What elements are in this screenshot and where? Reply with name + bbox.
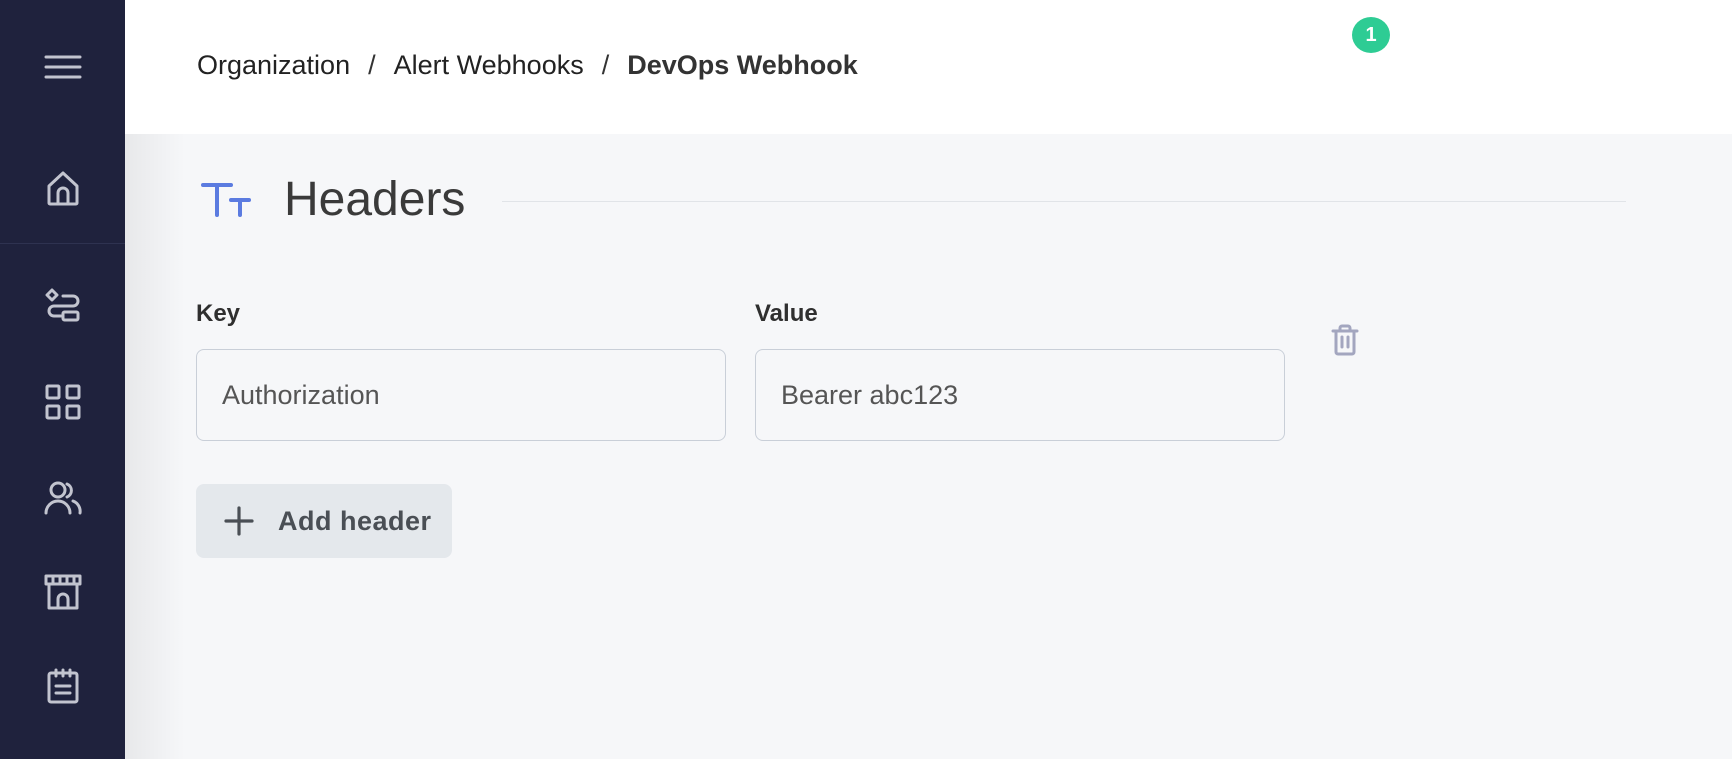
sidebar	[0, 0, 125, 759]
breadcrumb-alert-webhooks[interactable]: Alert Webhooks	[394, 50, 584, 81]
top-bar: Organization / Alert Webhooks / DevOps W…	[125, 0, 1732, 134]
hamburger-menu-icon	[44, 54, 82, 80]
sidebar-item-workflows[interactable]	[0, 266, 125, 346]
value-label: Value	[755, 300, 818, 327]
header-value-input[interactable]	[755, 349, 1285, 441]
notepad-icon	[46, 668, 80, 704]
add-header-button[interactable]: Add header	[196, 484, 452, 558]
grid-icon	[45, 384, 81, 420]
add-header-label: Add header	[278, 505, 432, 536]
text-size-icon	[200, 182, 252, 223]
breadcrumb-organization[interactable]: Organization	[197, 50, 350, 81]
sidebar-top-section	[0, 134, 125, 244]
breadcrumb-separator: /	[601, 50, 610, 80]
section-title: Headers	[284, 173, 466, 226]
delete-header-button[interactable]	[1326, 322, 1364, 362]
home-icon	[46, 171, 80, 207]
menu-toggle-button[interactable]	[0, 0, 125, 134]
section-divider	[502, 201, 1626, 202]
notification-count-badge: 1	[1352, 17, 1390, 53]
sidebar-item-users[interactable]	[0, 458, 125, 538]
users-icon	[44, 481, 82, 515]
workflow-icon	[45, 288, 81, 324]
sidebar-item-notes[interactable]	[0, 646, 125, 726]
section-header: Headers	[196, 170, 1626, 230]
sidebar-item-store[interactable]	[0, 552, 125, 632]
trash-icon	[1331, 324, 1359, 361]
sidebar-item-home[interactable]	[0, 149, 125, 229]
sidebar-item-dashboard[interactable]	[0, 362, 125, 442]
breadcrumb-current-page: DevOps Webhook	[627, 50, 858, 80]
storefront-icon	[44, 574, 82, 610]
sidebar-shadow	[125, 134, 185, 759]
breadcrumb-separator: /	[368, 50, 376, 80]
header-key-input[interactable]	[196, 349, 726, 441]
plus-icon	[224, 506, 254, 536]
breadcrumb: Organization / Alert Webhooks / DevOps W…	[197, 50, 858, 81]
key-label: Key	[196, 300, 241, 327]
